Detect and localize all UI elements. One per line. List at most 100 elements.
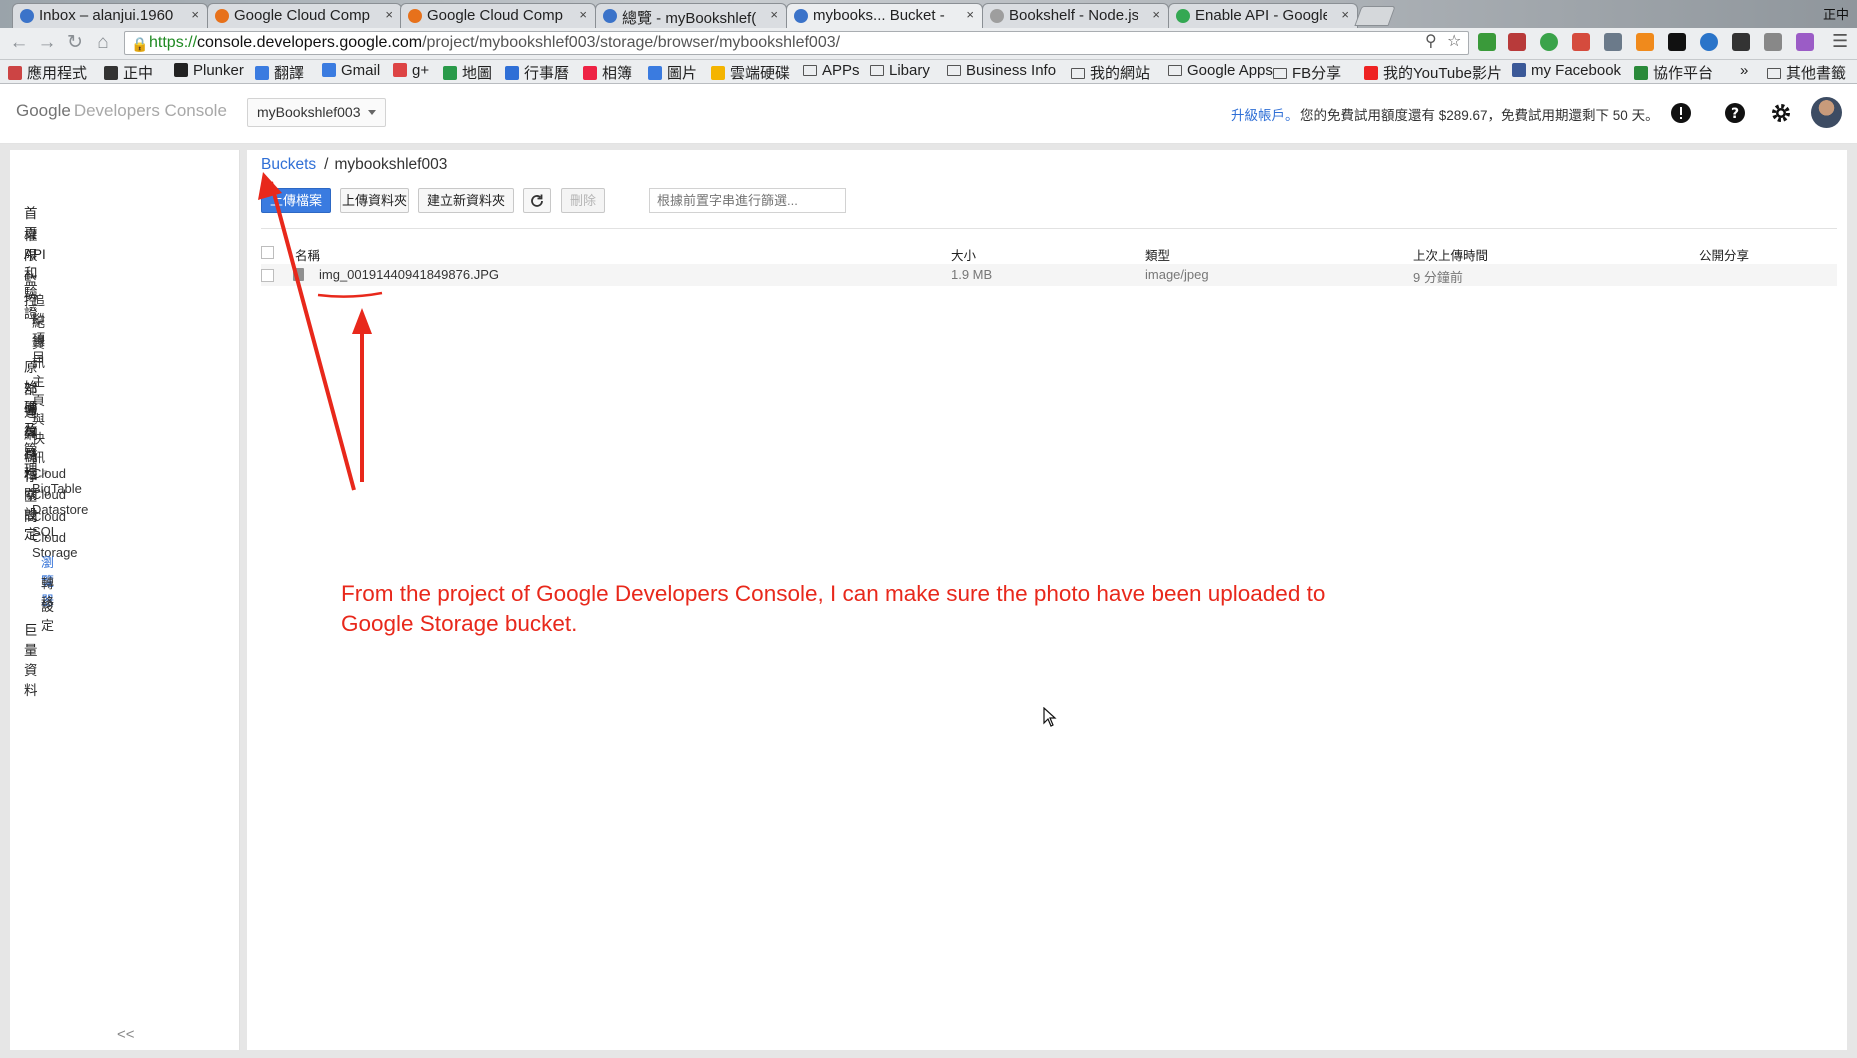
bookmark-item[interactable]: Gmail bbox=[322, 62, 380, 79]
bookmark-item[interactable]: Libary bbox=[870, 62, 930, 79]
new-tab-button[interactable] bbox=[1354, 6, 1396, 26]
bookmark-item[interactable]: APPs bbox=[803, 62, 860, 79]
refresh-button[interactable] bbox=[523, 188, 551, 213]
browser-tab[interactable]: 總覽 - myBookshlef(× bbox=[595, 3, 787, 28]
bookmark-item[interactable]: 翻譯 bbox=[255, 62, 304, 83]
breadcrumb-separator: / bbox=[324, 156, 329, 173]
console-logo[interactable]: Google Developers Console bbox=[16, 101, 227, 121]
bookmark-item[interactable]: 行事曆 bbox=[505, 62, 569, 83]
bookmark-label: Libary bbox=[889, 62, 930, 79]
home-icon[interactable]: ⌂ bbox=[92, 32, 114, 54]
logo-product: Developers Console bbox=[73, 101, 227, 120]
bookmark-item[interactable]: 地圖 bbox=[443, 62, 492, 83]
bookmark-item[interactable]: 相簿 bbox=[583, 62, 632, 83]
table-row[interactable]: img_00191440941849876.JPG 1.9 MB image/j… bbox=[261, 264, 1837, 286]
avatar[interactable] bbox=[1811, 97, 1842, 128]
bookmark-item[interactable]: 協作平台 bbox=[1634, 62, 1713, 83]
bookmark-label: my Facebook bbox=[1531, 62, 1622, 79]
extension-icon[interactable] bbox=[1636, 33, 1654, 51]
select-all-checkbox[interactable] bbox=[261, 246, 274, 259]
delete-button[interactable]: 刪除 bbox=[561, 188, 605, 213]
project-name: myBookshlef003 bbox=[257, 104, 361, 120]
close-tab-icon[interactable]: × bbox=[966, 7, 974, 22]
sidebar-item-label: 設定 bbox=[41, 599, 55, 633]
upgrade-account-link[interactable]: 升級帳戶。 bbox=[1231, 104, 1299, 124]
collapse-sidebar-button[interactable]: << bbox=[117, 1026, 135, 1043]
extension-icon[interactable] bbox=[1508, 33, 1526, 51]
column-type[interactable]: 類型 bbox=[1145, 245, 1170, 264]
bookmark-star-icon[interactable]: ☆ bbox=[1447, 31, 1461, 51]
extension-icon[interactable] bbox=[1572, 33, 1590, 51]
close-tab-icon[interactable]: × bbox=[1152, 7, 1160, 22]
browser-tab-strip: Inbox – alanjui.1960 × Google Cloud Comp × G… bbox=[0, 0, 1857, 28]
bookmarks-overflow-button[interactable]: » bbox=[1740, 62, 1748, 79]
bookmark-item[interactable]: 我的YouTube影片 bbox=[1364, 62, 1502, 83]
tab-title: Google Cloud Comp bbox=[427, 7, 563, 24]
column-public-share[interactable]: 公開分享 bbox=[1699, 245, 1749, 264]
bookmark-item[interactable]: 雲端硬碟 bbox=[711, 62, 790, 83]
bookmark-item[interactable]: FB分享 bbox=[1273, 62, 1341, 83]
bookmark-item[interactable]: 圖片 bbox=[648, 62, 697, 83]
settings-icon[interactable] bbox=[1770, 102, 1792, 124]
bookmark-label: 翻譯 bbox=[274, 65, 305, 82]
zoom-icon[interactable]: ⚲ bbox=[1425, 31, 1437, 51]
column-last-uploaded[interactable]: 上次上傳時間 bbox=[1413, 245, 1488, 264]
trial-status-text: 您的免費試用額度還有 $289.67，免費試用期還剩下 50 天。 bbox=[1300, 108, 1659, 123]
bookmark-item[interactable]: Plunker bbox=[174, 62, 244, 79]
close-tab-icon[interactable]: × bbox=[770, 7, 778, 22]
close-tab-icon[interactable]: × bbox=[191, 7, 199, 22]
sidebar-item[interactable]: 設定 bbox=[41, 596, 54, 634]
extension-icon[interactable] bbox=[1478, 33, 1496, 51]
column-name[interactable]: 名稱 bbox=[295, 245, 320, 264]
browser-tab[interactable]: mybooks... Bucket - × bbox=[786, 3, 983, 28]
upload-folder-button[interactable]: 上傳資料夾 bbox=[340, 188, 409, 213]
close-tab-icon[interactable]: × bbox=[1341, 7, 1349, 22]
bookmark-item[interactable]: 我的網站 bbox=[1071, 62, 1150, 83]
sidebar-item[interactable]: 巨量資料 bbox=[24, 619, 38, 699]
bookmark-item[interactable]: Business Info bbox=[947, 62, 1056, 79]
extension-icon[interactable] bbox=[1796, 33, 1814, 51]
tab-favicon-icon bbox=[408, 9, 422, 23]
back-arrow-icon[interactable]: ← bbox=[8, 32, 30, 54]
browser-tab[interactable]: Google Cloud Comp × bbox=[207, 3, 402, 28]
feedback-icon[interactable] bbox=[1670, 102, 1692, 124]
breadcrumb-buckets-link[interactable]: Buckets bbox=[261, 156, 316, 173]
bookmark-item[interactable]: Google Apps bbox=[1168, 62, 1273, 79]
browser-tab[interactable]: Bookshelf - Node.js × bbox=[982, 3, 1169, 28]
bookmark-label: » bbox=[1740, 62, 1749, 79]
project-selector[interactable]: myBookshlef003 bbox=[247, 98, 386, 127]
forward-arrow-icon[interactable]: → bbox=[36, 32, 58, 54]
browser-tab[interactable]: Enable API - Google × bbox=[1168, 3, 1358, 28]
tab-favicon-icon bbox=[990, 9, 1004, 23]
bookmark-item[interactable]: 其他書籤 bbox=[1767, 62, 1846, 83]
extension-icon[interactable] bbox=[1700, 33, 1718, 51]
close-tab-icon[interactable]: × bbox=[579, 7, 587, 22]
sidebar-item[interactable]: Cloud Storage bbox=[32, 530, 78, 560]
bookmark-item[interactable]: 應用程式 bbox=[8, 62, 87, 83]
bookmark-item[interactable]: g+ bbox=[393, 62, 429, 79]
upload-files-button[interactable]: 上傳檔案 bbox=[261, 188, 331, 213]
column-size[interactable]: 大小 bbox=[951, 245, 976, 264]
browser-tab[interactable]: Inbox – alanjui.1960 × bbox=[12, 3, 208, 28]
new-folder-button[interactable]: 建立新資料夾 bbox=[418, 188, 514, 213]
prefix-filter-input[interactable] bbox=[649, 188, 846, 213]
row-checkbox[interactable] bbox=[261, 269, 274, 282]
bookmark-item[interactable]: 正中 bbox=[104, 62, 153, 83]
bookmark-favicon-icon bbox=[648, 66, 662, 80]
bookmarks-bar: 應用程式 正中 Plunker 翻譯 Gmail g+ 地圖 行事曆 相簿 圖片 雲端硬碟 APPs L… bbox=[0, 60, 1857, 84]
extension-icon[interactable] bbox=[1540, 33, 1558, 51]
extension-icon[interactable] bbox=[1732, 33, 1750, 51]
extension-icon[interactable] bbox=[1604, 33, 1622, 51]
menu-icon[interactable]: ☰ bbox=[1832, 31, 1848, 52]
folder-icon bbox=[870, 65, 884, 76]
reload-icon[interactable]: ↻ bbox=[64, 32, 86, 54]
file-name-link[interactable]: img_00191440941849876.JPG bbox=[319, 267, 499, 282]
address-bar[interactable]: 🔒 https://console.developers.google.com/… bbox=[124, 31, 1469, 55]
extension-icon[interactable] bbox=[1764, 33, 1782, 51]
extension-icon[interactable] bbox=[1668, 33, 1686, 51]
help-icon[interactable]: ? bbox=[1724, 102, 1746, 124]
bookmark-item[interactable]: my Facebook bbox=[1512, 62, 1621, 79]
browser-tab[interactable]: Google Cloud Comp × bbox=[400, 3, 596, 28]
close-tab-icon[interactable]: × bbox=[385, 7, 393, 22]
bookmark-label: 行事曆 bbox=[524, 65, 570, 82]
